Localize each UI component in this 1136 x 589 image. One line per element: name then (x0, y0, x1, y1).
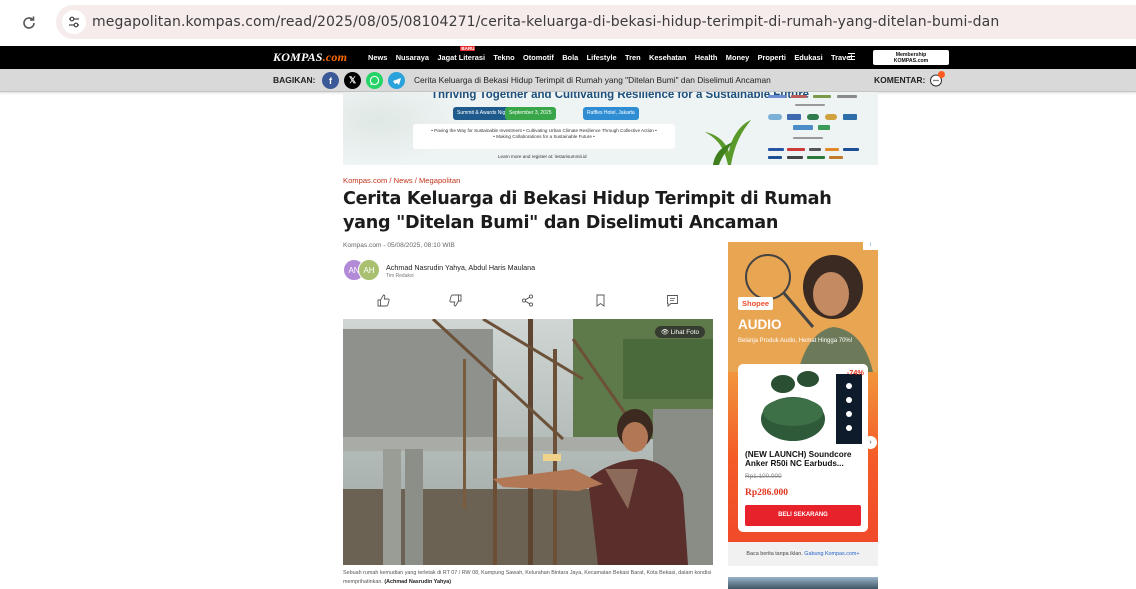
second-sidebar-ad[interactable] (728, 577, 878, 589)
membership-button[interactable]: Membership KOMPAS.com (873, 50, 949, 65)
adchoices-icon[interactable]: i (863, 242, 878, 250)
shopee-badge: Shopee (738, 297, 774, 310)
nav-item[interactable]: Lifestyle (587, 53, 617, 62)
avatar[interactable]: AH (358, 259, 380, 281)
editor-label: Tim Redaksi (386, 273, 414, 279)
browser-toolbar: megapolitan.kompas.com/read/2025/08/05/0… (0, 0, 1136, 45)
view-photo-button[interactable]: 👁 Lihat Foto (654, 326, 705, 338)
carousel-next-icon[interactable]: › (864, 436, 877, 449)
nav-item[interactable]: News (368, 53, 387, 62)
new-badge: BARU (460, 46, 476, 51)
discount-badge: -74% (846, 368, 864, 377)
nav-item[interactable]: Tren (625, 53, 641, 62)
article-meta: Kompas.com - 05/08/2025, 08:10 WIB (343, 242, 455, 249)
like-icon[interactable] (377, 294, 391, 308)
reload-icon[interactable] (18, 12, 40, 34)
sidebar-ad[interactable]: Shopee AUDIO Belanja Produk Audio, Hemat… (728, 242, 878, 542)
ad-headline: Thriving Together and Cultivating Resili… (431, 92, 810, 101)
plant-graphic (705, 120, 751, 165)
whatsapp-icon[interactable] (366, 72, 383, 89)
nav-item[interactable]: Otomotif (523, 53, 554, 62)
site-navbar: KOMPAS.com News Nusaraya Jagat Literasi B… (0, 46, 1136, 69)
buy-now-button[interactable]: BELI SEKARANG (745, 505, 861, 526)
facebook-icon[interactable]: f (322, 72, 339, 89)
breadcrumb[interactable]: Kompas.com / News / Megapolitan (343, 176, 460, 185)
comment-icon[interactable] (666, 294, 680, 308)
article-photo[interactable]: 👁 Lihat Foto (343, 319, 713, 565)
share-icon[interactable] (521, 294, 535, 308)
url-text[interactable]: megapolitan.kompas.com/read/2025/08/05/0… (92, 14, 999, 30)
menu-icon[interactable] (848, 53, 855, 62)
author-names[interactable]: Achmad Nasrudin Yahya, Abdul Haris Maula… (386, 263, 535, 272)
nav-item[interactable]: Jagat Literasi BARU (437, 46, 485, 62)
address-bar[interactable]: megapolitan.kompas.com/read/2025/08/05/0… (56, 5, 1136, 39)
old-price: Rp1.100.000 (745, 473, 782, 480)
nav-menu: News Nusaraya Jagat Literasi BARU Tekno O… (368, 46, 861, 62)
ad-free-promo[interactable]: Baca berita tanpa iklan. Gabung Kompas.c… (728, 542, 878, 566)
nav-item[interactable]: Health (695, 53, 718, 62)
ad-category: AUDIO (738, 317, 782, 332)
nav-item[interactable]: Nusaraya (396, 53, 429, 62)
nav-item[interactable]: Properti (758, 53, 786, 62)
sponsor-logos (763, 92, 863, 165)
notification-dot (938, 71, 945, 78)
product-card[interactable]: -74% (NEW LAUNCH) Soundcore Anker R50i N… (738, 364, 868, 532)
ad-learn-more: Learn more and register at: lestarisummi… (498, 154, 587, 159)
telegram-icon[interactable] (388, 72, 405, 89)
bookmark-icon[interactable] (594, 294, 608, 308)
photo-caption: Sebuah rumah kemudian yang terletak di R… (343, 570, 712, 585)
kompas-logo[interactable]: KOMPAS.com (273, 50, 347, 65)
x-icon[interactable]: 𝕏 (344, 72, 361, 89)
ad-pill: Raffles Hotel, Jakarta (583, 107, 639, 120)
nav-item[interactable]: Bola (562, 53, 578, 62)
ad-subtitle: Belanja Produk Audio, Hemat Hingga 70%! (738, 338, 853, 344)
ad-pill: September 3, 2025 (505, 107, 556, 120)
top-banner-ad[interactable]: Thriving Together and Cultivating Resili… (343, 92, 878, 165)
ad-topics: • Paving the Way for Sustainable Investm… (413, 124, 675, 149)
product-name[interactable]: (NEW LAUNCH) Soundcore Anker R50i NC Ear… (745, 450, 863, 468)
dislike-icon[interactable] (449, 294, 463, 308)
nav-item[interactable]: Edukasi (794, 53, 822, 62)
share-headline: Cerita Keluarga di Bekasi Hidup Terimpit… (414, 75, 771, 85)
share-bar: BAGIKAN: f 𝕏 Cerita Keluarga di Bekasi H… (0, 69, 1136, 92)
share-label: BAGIKAN: (273, 75, 316, 85)
nav-item[interactable]: Money (726, 53, 749, 62)
nav-item[interactable]: Tekno (493, 53, 514, 62)
comment-label: KOMENTAR: (874, 75, 926, 85)
photo-image (343, 319, 713, 565)
article-title: Cerita Keluarga di Bekasi Hidup Terimpit… (343, 189, 832, 233)
product-price: Rp286.000 (745, 488, 789, 498)
site-info-icon[interactable] (62, 10, 86, 34)
nav-item[interactable]: Kesehatan (649, 53, 686, 62)
